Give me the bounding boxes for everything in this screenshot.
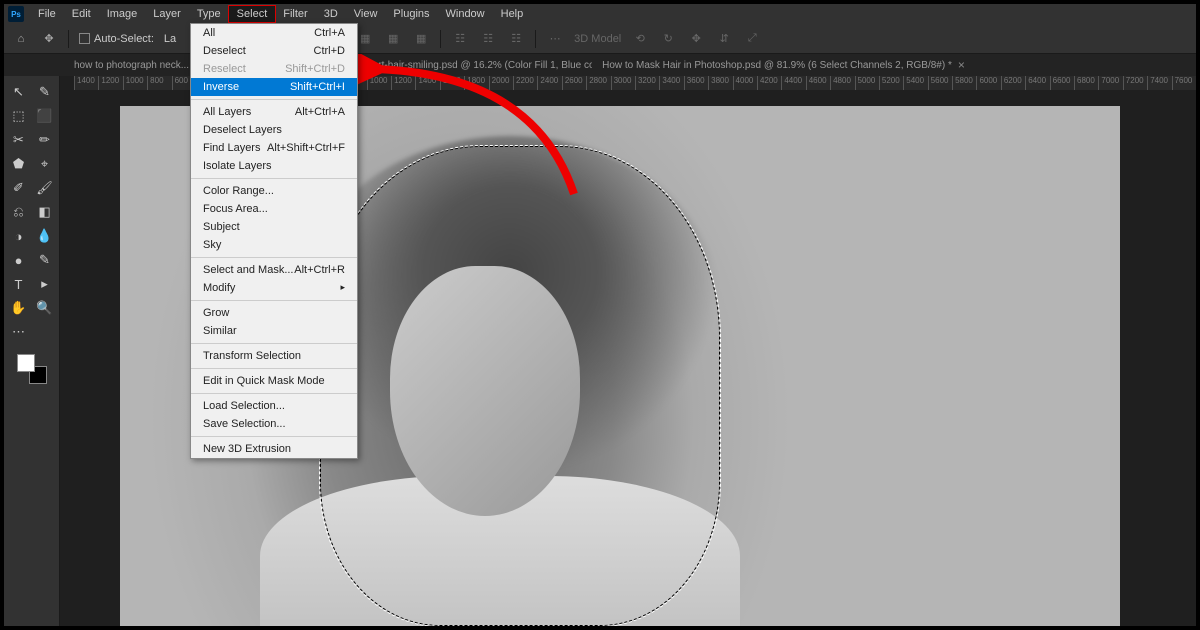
tool-button[interactable]: ◑ <box>6 224 32 248</box>
separator <box>535 30 536 48</box>
menu-3d[interactable]: 3D <box>316 6 346 22</box>
tool-button[interactable]: ✏ <box>32 128 58 152</box>
menu-select[interactable]: Select <box>229 6 276 22</box>
menu-view[interactable]: View <box>346 6 386 22</box>
menu-bar: Ps FileEditImageLayerTypeSelectFilter3DV… <box>4 4 1196 24</box>
align-center-icon: ▦ <box>384 30 402 48</box>
ps-logo-icon: Ps <box>8 6 24 22</box>
menu-item-similar[interactable]: Similar <box>191 322 357 340</box>
photoshop-window: Ps FileEditImageLayerTypeSelectFilter3DV… <box>4 4 1196 626</box>
close-icon[interactable]: × <box>958 58 965 72</box>
menu-item-subject[interactable]: Subject <box>191 218 357 236</box>
tool-button[interactable]: ⬚ <box>6 104 32 128</box>
3d-mode-label: 3D Model <box>574 33 621 45</box>
menu-item-sky[interactable]: Sky <box>191 236 357 254</box>
tool-button[interactable]: ⋯ <box>6 320 32 344</box>
menu-item-edit-in-quick-mask-mode[interactable]: Edit in Quick Mask Mode <box>191 372 357 390</box>
tools-panel: ↖✎⬚⬛✂✏⬟⌖✐🖌⎌◧◑💧●✎T▸✋🔍⋯ <box>4 76 60 626</box>
menu-item-color-range[interactable]: Color Range... <box>191 182 357 200</box>
tool-button[interactable]: 🔍 <box>32 296 58 320</box>
layer-dropdown[interactable]: La <box>164 33 176 45</box>
tool-button[interactable] <box>32 320 58 344</box>
tool-button[interactable]: ▸ <box>32 272 58 296</box>
menu-item-all-layers[interactable]: All LayersAlt+Ctrl+A <box>191 103 357 121</box>
menu-item-find-layers[interactable]: Find LayersAlt+Shift+Ctrl+F <box>191 139 357 157</box>
distribute-bot-icon: ☷ <box>507 30 525 48</box>
home-icon[interactable]: ⌂ <box>12 30 30 48</box>
tool-button[interactable]: ⌖ <box>32 152 58 176</box>
3d-pan-icon: ✥ <box>687 30 705 48</box>
menu-item-transform-selection[interactable]: Transform Selection <box>191 347 357 365</box>
menu-item-new-3d-extrusion[interactable]: New 3D Extrusion <box>191 440 357 458</box>
menu-item-isolate-layers[interactable]: Isolate Layers <box>191 157 357 175</box>
menu-item-deselect-layers[interactable]: Deselect Layers <box>191 121 357 139</box>
tab-label: How to Mask Hair in Photoshop.psd @ 81.9… <box>602 60 952 71</box>
workspace: ↖✎⬚⬛✂✏⬟⌖✐🖌⎌◧◑💧●✎T▸✋🔍⋯ 140012001000800600… <box>4 76 1196 626</box>
menu-edit[interactable]: Edit <box>64 6 99 22</box>
color-swatches[interactable] <box>17 354 47 384</box>
menu-file[interactable]: File <box>30 6 64 22</box>
tab-label: how to photograph neck... <box>74 60 189 71</box>
separator <box>440 30 441 48</box>
menu-item-inverse[interactable]: InverseShift+Ctrl+I <box>191 78 357 96</box>
document-tabs: how to photograph neck...×beautiful-drea… <box>4 54 1196 76</box>
menu-item-save-selection[interactable]: Save Selection... <box>191 415 357 433</box>
menu-item-all[interactable]: AllCtrl+A <box>191 24 357 42</box>
3d-scale-icon: ⤢ <box>743 30 761 48</box>
menu-item-focus-area[interactable]: Focus Area... <box>191 200 357 218</box>
tool-button[interactable]: 💧 <box>32 224 58 248</box>
tool-button[interactable]: ⎌ <box>6 200 32 224</box>
tool-button[interactable]: ● <box>6 248 32 272</box>
tool-button[interactable]: ✐ <box>6 176 32 200</box>
tool-button[interactable]: ⬛ <box>32 104 58 128</box>
tool-button[interactable]: ✎ <box>32 80 58 104</box>
menu-window[interactable]: Window <box>438 6 493 22</box>
3d-roll-icon: ↻ <box>659 30 677 48</box>
select-menu-dropdown: AllCtrl+ADeselectCtrl+DReselectShift+Ctr… <box>190 23 358 459</box>
menu-help[interactable]: Help <box>493 6 532 22</box>
menu-type[interactable]: Type <box>189 6 229 22</box>
tool-button[interactable]: ◧ <box>32 200 58 224</box>
separator <box>68 30 69 48</box>
menu-layer[interactable]: Layer <box>145 6 189 22</box>
menu-image[interactable]: Image <box>99 6 146 22</box>
tool-button[interactable]: ↖ <box>6 80 32 104</box>
marching-ants-selection <box>320 146 720 626</box>
auto-select-checkbox[interactable]: Auto-Select: <box>79 33 154 45</box>
tool-button[interactable]: ⬟ <box>6 152 32 176</box>
move-tool-icon[interactable]: ✥ <box>40 30 58 48</box>
tool-button[interactable]: ✎ <box>32 248 58 272</box>
align-right-icon: ▦ <box>412 30 430 48</box>
document-tab[interactable]: How to Mask Hair in Photoshop.psd @ 81.9… <box>592 54 972 76</box>
align-left-icon: ▦ <box>356 30 374 48</box>
tool-button[interactable]: ✋ <box>6 296 32 320</box>
options-bar: ⌂ ✥ Auto-Select: La ▦ ▦ ▦ ☷ ☷ ☷ ⋯ 3D Mod… <box>4 24 1196 54</box>
more-icon: ⋯ <box>546 30 564 48</box>
menu-item-load-selection[interactable]: Load Selection... <box>191 397 357 415</box>
3d-slide-icon: ⇵ <box>715 30 733 48</box>
tool-button[interactable]: 🖌 <box>32 176 58 200</box>
menu-item-deselect[interactable]: DeselectCtrl+D <box>191 42 357 60</box>
menu-item-modify[interactable]: Modify <box>191 279 357 297</box>
distribute-mid-icon: ☷ <box>479 30 497 48</box>
menu-filter[interactable]: Filter <box>275 6 315 22</box>
distribute-top-icon: ☷ <box>451 30 469 48</box>
menu-item-grow[interactable]: Grow <box>191 304 357 322</box>
menu-item-reselect: ReselectShift+Ctrl+D <box>191 60 357 78</box>
menu-plugins[interactable]: Plugins <box>385 6 437 22</box>
3d-orbit-icon: ⟲ <box>631 30 649 48</box>
menu-item-select-and-mask[interactable]: Select and Mask...Alt+Ctrl+R <box>191 261 357 279</box>
tool-button[interactable]: T <box>6 272 32 296</box>
tool-button[interactable]: ✂ <box>6 128 32 152</box>
